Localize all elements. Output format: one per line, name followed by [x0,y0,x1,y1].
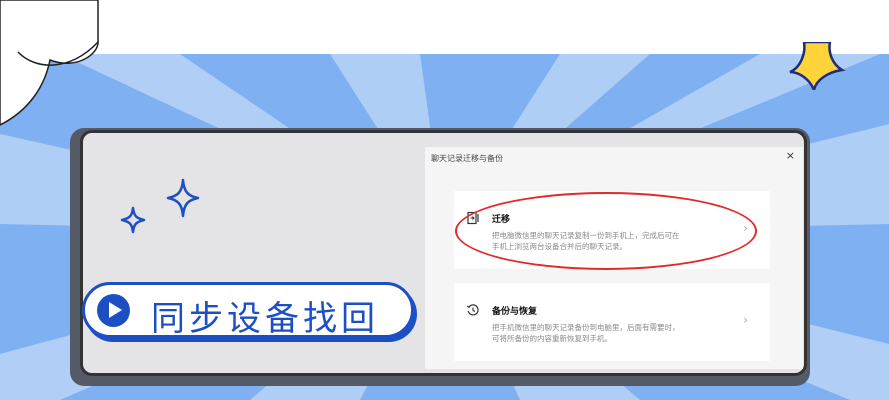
chevron-right-icon: › [743,313,748,327]
sparkle-small-icon [120,206,146,234]
close-button[interactable]: × [786,149,795,162]
sync-device-banner: 同步设备找回 [82,282,414,339]
option-description: 把电脑微信里的聊天记录复制一份到手机上，完成后可在 手机上浏览两台设备合并后的聊… [492,231,680,251]
play-icon [97,294,130,327]
option-title: 迁移 [492,215,511,225]
sparkle-large-icon [166,178,200,218]
chat-migration-dialog: 聊天记录迁移与备份 × 迁移 把电脑微信里的聊天记录复制一份到手机上，完成后可在… [425,147,803,369]
cloud-decoration [0,0,99,126]
sparkle-yellow-icon [789,42,846,90]
backup-restore-option[interactable]: 备份与恢复 把手机微信里的聊天记录备份到电脑里，后面有需要时， 可将所备份的内容… [454,283,770,361]
history-icon [466,304,479,316]
phone-transfer-icon [467,211,479,225]
dialog-title: 聊天记录迁移与备份 [431,154,503,163]
chevron-right-icon: › [743,221,748,235]
option-description: 把手机微信里的聊天记录备份到电脑里，后面有需要时， 可将所备份的内容重新恢复到手… [492,323,680,343]
option-title: 备份与恢复 [492,307,538,317]
banner-text: 同步设备找回 [151,299,379,339]
migrate-option[interactable]: 迁移 把电脑微信里的聊天记录复制一份到手机上，完成后可在 手机上浏览两台设备合并… [454,191,770,269]
